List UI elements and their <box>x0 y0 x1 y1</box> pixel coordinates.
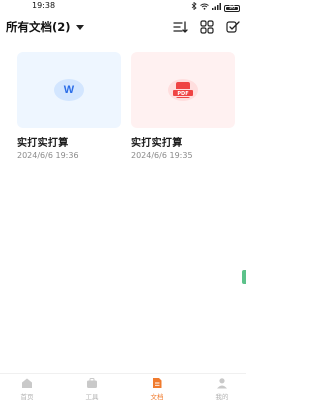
tab-tools[interactable]: 工具 <box>70 377 114 401</box>
floating-side-handle[interactable] <box>242 270 246 284</box>
tab-home[interactable]: 首页 <box>5 377 49 401</box>
battery-icon: 96 <box>224 4 240 12</box>
document-thumbnail[interactable]: PDF <box>131 52 235 128</box>
grid-view-button[interactable] <box>198 18 216 36</box>
document-filter-dropdown[interactable]: 所有文档(2) <box>6 19 84 35</box>
wifi-icon <box>200 2 209 14</box>
document-card[interactable]: PDF 实打实打算 2024/6/6 19:35 <box>131 52 235 160</box>
tab-profile[interactable]: 我的 <box>200 377 244 401</box>
bottom-tab-bar: 首页 工具 文档 我的 <box>0 373 246 401</box>
document-thumbnail[interactable]: W <box>17 52 121 128</box>
sort-icon <box>173 21 188 33</box>
battery-level: 96 <box>228 4 236 11</box>
header: 所有文档(2) <box>0 14 246 42</box>
signal-icon <box>212 2 221 14</box>
document-card[interactable]: W 实打实打算 2024/6/6 19:36 <box>17 52 121 160</box>
grid-view-icon <box>200 20 214 34</box>
pdf-file-icon: PDF <box>168 79 198 101</box>
page-title: 所有文档(2) <box>6 20 71 34</box>
document-name: 实打实打算 <box>131 138 183 149</box>
status-time: 19:38 <box>32 1 56 10</box>
word-badge-label: W <box>63 84 75 96</box>
document-name: 实打实打算 <box>17 138 69 149</box>
batch-select-icon <box>226 21 240 33</box>
toolbox-icon <box>87 378 97 388</box>
status-bar: 19:38 96 <box>0 0 246 12</box>
status-icons: 96 <box>191 1 240 14</box>
document-date: 2024/6/6 19:35 <box>131 151 193 160</box>
tab-documents[interactable]: 文档 <box>135 377 179 401</box>
bluetooth-icon <box>191 1 197 14</box>
batch-select-button[interactable] <box>224 18 242 36</box>
pdf-badge-label: PDF <box>172 89 194 97</box>
document-icon <box>153 378 162 388</box>
document-date: 2024/6/6 19:36 <box>17 151 79 160</box>
home-icon <box>22 378 32 388</box>
word-file-icon: W <box>54 79 84 101</box>
pdf-doc-shape: PDF <box>172 82 194 98</box>
sort-button[interactable] <box>171 18 189 36</box>
caret-down-icon <box>75 24 84 30</box>
user-icon <box>217 378 227 389</box>
